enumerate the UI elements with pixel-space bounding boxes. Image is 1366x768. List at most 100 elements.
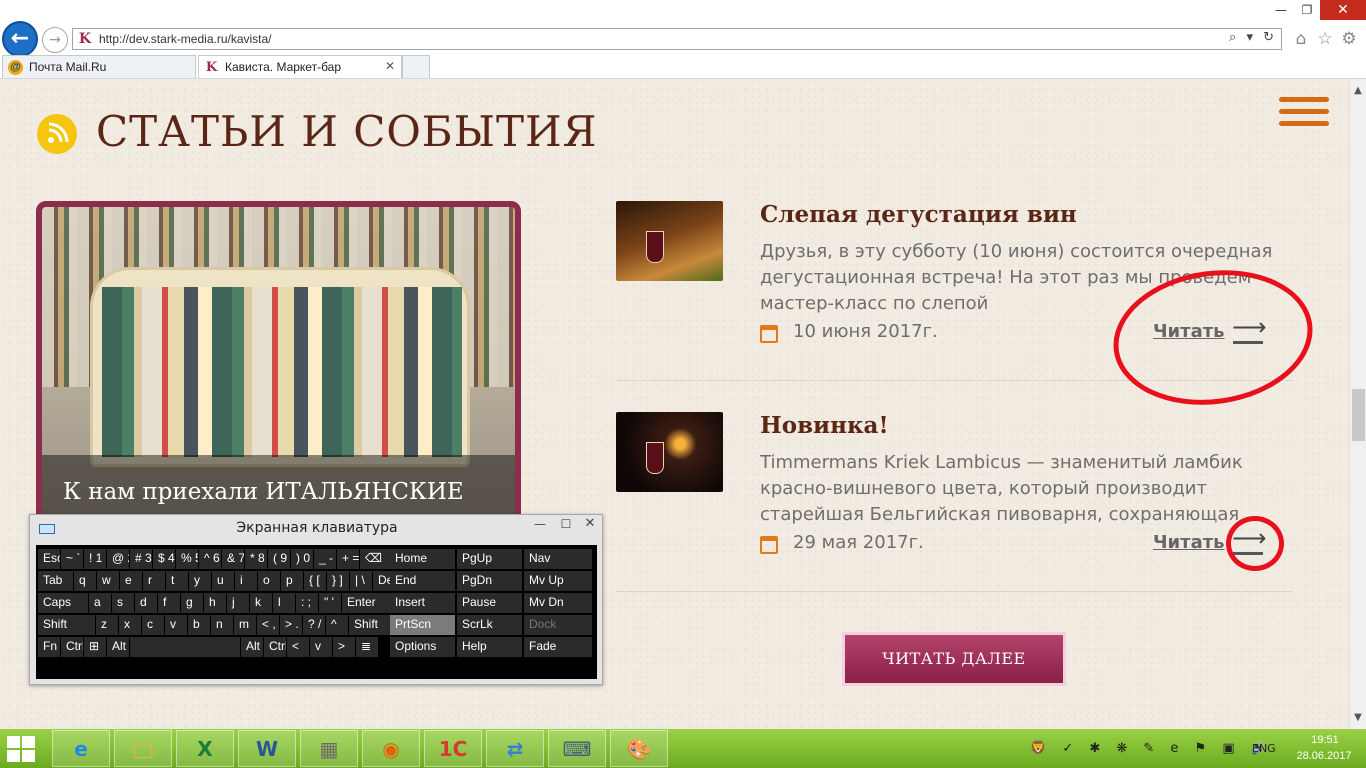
osk-key[interactable]: y xyxy=(189,571,211,591)
osk-key[interactable]: End xyxy=(390,571,455,591)
osk-key[interactable]: & 7 xyxy=(222,549,244,569)
taskbar-app-button[interactable]: ⇄ xyxy=(486,730,544,767)
osk-key[interactable]: < , xyxy=(257,615,279,635)
osk-key[interactable]: g xyxy=(181,593,203,613)
gear-icon[interactable]: ⚙ xyxy=(1338,28,1360,50)
new-tab-button[interactable] xyxy=(402,55,430,78)
osk-key[interactable]: Nav xyxy=(524,549,592,569)
osk-key[interactable]: Ctrl xyxy=(61,637,83,657)
osk-key[interactable]: ScrLk xyxy=(457,615,522,635)
article-title[interactable]: Новинка! xyxy=(760,412,889,439)
osk-key[interactable]: k xyxy=(250,593,272,613)
scroll-thumb[interactable] xyxy=(1352,389,1365,441)
scroll-up-icon[interactable]: ▲ xyxy=(1350,85,1366,96)
taskbar-app-button[interactable]: e xyxy=(52,730,110,767)
osk-key[interactable]: v xyxy=(165,615,187,635)
taskbar-app-button[interactable]: 🎨 xyxy=(610,730,668,767)
osk-key[interactable]: r xyxy=(143,571,165,591)
osk-key[interactable]: Alt xyxy=(241,637,263,657)
osk-key[interactable]: Mv Dn xyxy=(524,593,592,613)
window-maximize-button[interactable]: ❐ xyxy=(1294,0,1320,20)
osk-key[interactable]: Caps xyxy=(38,593,88,613)
osk-key[interactable]: $ 4 xyxy=(153,549,175,569)
osk-key[interactable]: Mv Up xyxy=(524,571,592,591)
star-icon[interactable]: ☆ xyxy=(1314,28,1336,50)
osk-key[interactable]: q xyxy=(74,571,96,591)
read-more-button[interactable]: ЧИТАТЬ ДАЛЕЕ xyxy=(842,632,1066,686)
osk-key[interactable]: m xyxy=(234,615,256,635)
osk-key[interactable]: > xyxy=(333,637,355,657)
osk-key[interactable]: { [ xyxy=(304,571,326,591)
osk-key[interactable]: * 8 xyxy=(245,549,267,569)
osk-key[interactable]: Tab xyxy=(38,571,73,591)
osk-key[interactable]: a xyxy=(89,593,111,613)
address-tools[interactable]: ⌕ ▾ ↻ xyxy=(1229,30,1277,45)
osk-key[interactable]: PgDn xyxy=(457,571,522,591)
osk-key[interactable]: # 3 xyxy=(130,549,152,569)
window-close-button[interactable]: ✕ xyxy=(1320,0,1366,20)
system-tray-icons[interactable]: 🦁 ✓ ✱ ❋ ✎ e ⚑ ▣ 🔊 xyxy=(1030,741,1273,756)
osk-key[interactable]: b xyxy=(188,615,210,635)
osk-key[interactable]: Insert xyxy=(390,593,455,613)
osk-key[interactable]: Enter xyxy=(342,593,394,613)
osk-key[interactable]: Ctrl xyxy=(264,637,286,657)
osk-key[interactable]: ) 0 xyxy=(291,549,313,569)
osk-key[interactable]: j xyxy=(227,593,249,613)
osk-key[interactable]: v xyxy=(310,637,332,657)
osk-key[interactable]: i xyxy=(235,571,257,591)
osk-key[interactable]: ^ xyxy=(326,615,348,635)
osk-key[interactable]: l xyxy=(273,593,295,613)
osk-key[interactable]: x xyxy=(119,615,141,635)
scroll-down-icon[interactable]: ▼ xyxy=(1350,712,1366,723)
address-url[interactable]: http://dev.stark-media.ru/kavista/ xyxy=(99,32,272,46)
article-thumbnail[interactable] xyxy=(616,412,723,492)
page-scrollbar[interactable]: ▲ ▼ xyxy=(1349,79,1366,729)
osk-key[interactable]: > . xyxy=(280,615,302,635)
window-minimize-button[interactable]: — xyxy=(1268,0,1294,20)
osk-key[interactable]: Shift xyxy=(349,615,395,635)
forward-arrow-icon[interactable]: → xyxy=(42,27,68,53)
osk-key[interactable]: t xyxy=(166,571,188,591)
article-thumbnail[interactable] xyxy=(616,201,723,281)
osk-key[interactable]: < xyxy=(287,637,309,657)
osk-key[interactable]: Pause xyxy=(457,593,522,613)
featured-caption[interactable]: К нам приехали ИТАЛЬЯНСКИЕ xyxy=(63,479,464,505)
taskbar-app-button[interactable]: X xyxy=(176,730,234,767)
tab-kavista[interactable]: K Кависта. Маркет-бар ✕ xyxy=(198,55,402,78)
osk-key[interactable]: % 5 xyxy=(176,549,198,569)
osk-key[interactable]: o xyxy=(258,571,280,591)
taskbar-app-button[interactable]: W xyxy=(238,730,296,767)
taskbar-app-button[interactable]: ◉ xyxy=(362,730,420,767)
osk-key[interactable]: n xyxy=(211,615,233,635)
osk-key[interactable]: Dock xyxy=(524,615,592,635)
taskbar-app-button[interactable]: 1С xyxy=(424,730,482,767)
osk-key[interactable]: PgUp xyxy=(457,549,522,569)
osk-key[interactable]: ^ 6 xyxy=(199,549,221,569)
osk-key[interactable]: p xyxy=(281,571,303,591)
osk-key[interactable]: _ - xyxy=(314,549,336,569)
osk-key[interactable]: : ; xyxy=(296,593,318,613)
osk-key[interactable]: ~ ` xyxy=(61,549,83,569)
osk-key[interactable]: } ] xyxy=(327,571,349,591)
home-icon[interactable]: ⌂ xyxy=(1290,28,1312,50)
osk-key[interactable]: ( 9 xyxy=(268,549,290,569)
osk-key[interactable]: z xyxy=(96,615,118,635)
osk-key[interactable]: + = xyxy=(337,549,359,569)
osk-key[interactable]: c xyxy=(142,615,164,635)
osk-key[interactable]: ! 1 xyxy=(84,549,106,569)
taskbar-app-button[interactable]: ▦ xyxy=(300,730,358,767)
osk-key[interactable]: ? / xyxy=(303,615,325,635)
osk-key[interactable]: Shift xyxy=(38,615,95,635)
osk-minimize-button[interactable]: — xyxy=(528,517,552,537)
read-link[interactable]: Читать xyxy=(1153,532,1225,553)
hamburger-menu-icon[interactable] xyxy=(1279,97,1329,131)
osk-key[interactable]: Fade xyxy=(524,637,592,657)
osk-key[interactable]: ⊞ xyxy=(84,637,106,657)
osk-close-button[interactable]: ✕ xyxy=(578,516,602,536)
osk-key[interactable]: @ 2 xyxy=(107,549,129,569)
language-indicator[interactable]: ENG xyxy=(1252,742,1276,755)
osk-key[interactable]: f xyxy=(158,593,180,613)
back-arrow-icon[interactable]: ← xyxy=(2,21,38,57)
osk-key[interactable]: Alt xyxy=(107,637,129,657)
osk-key[interactable]: s xyxy=(112,593,134,613)
